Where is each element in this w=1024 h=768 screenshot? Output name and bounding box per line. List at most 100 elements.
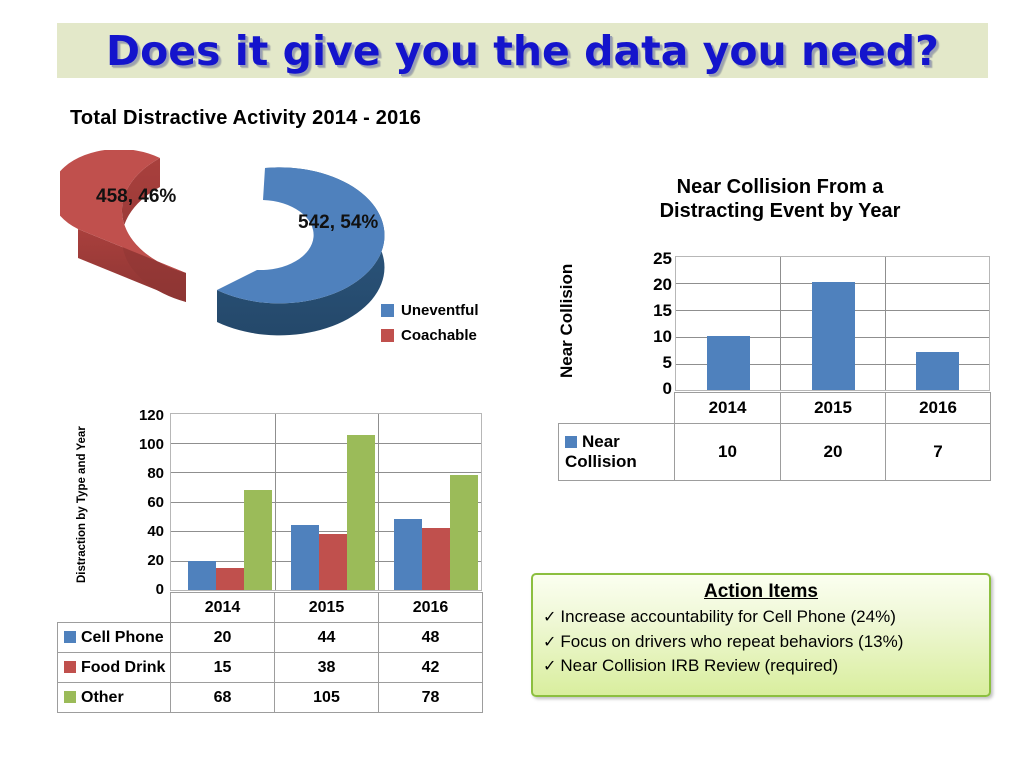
- cell-phone-2014: 20: [170, 622, 275, 653]
- legend-swatch-coachable: [381, 329, 394, 342]
- year-header-2015: 2015: [780, 392, 886, 424]
- bar-cell-phone-2015: [291, 525, 319, 590]
- bar-2014: [707, 336, 750, 390]
- series-label-cell-phone: Cell Phone: [81, 628, 164, 646]
- bar-2015: [812, 282, 855, 390]
- legend-swatch-cell-phone: [64, 630, 76, 643]
- year-header-2014: 2014: [674, 392, 781, 424]
- action-item-1-text: Increase accountability for Cell Phone (…: [560, 607, 896, 626]
- table-row-near-collision: Near Collision 10 20 7: [558, 423, 991, 481]
- category-divider: [275, 414, 276, 590]
- distraction-data-table: 2014 2015 2016 Cell Phone 20 44 48 Food …: [57, 592, 483, 713]
- distraction-y-axis-title: Distraction by Type and Year: [76, 426, 88, 584]
- gridline: [171, 472, 481, 473]
- other-2014: 68: [170, 682, 275, 713]
- pie-slice-coachable: [50, 149, 186, 302]
- gridline: [171, 502, 481, 503]
- y-tick: 120: [138, 407, 164, 424]
- bar-cell-phone-2016: [394, 519, 422, 590]
- year-header-2014: 2014: [170, 592, 275, 623]
- pie-legend-label-coachable: Coachable: [401, 327, 477, 344]
- action-item-2: ✓ Focus on drivers who repeat behaviors (…: [543, 630, 979, 655]
- y-tick: 25: [653, 249, 672, 268]
- bar-other-2015: [347, 435, 375, 590]
- y-tick: 40: [147, 523, 164, 540]
- food-drink-2015: 38: [274, 652, 379, 683]
- pie-legend-item-coachable: Coachable: [381, 327, 479, 344]
- category-divider: [378, 414, 379, 590]
- bar-food-drink-2014: [216, 568, 244, 590]
- near-collision-plot-area: [675, 256, 990, 391]
- y-tick: 80: [147, 465, 164, 482]
- y-tick: 60: [147, 494, 164, 511]
- table-row-cell-phone: Cell Phone 20 44 48: [57, 622, 483, 653]
- action-item-2-text: Focus on drivers who repeat behaviors (1…: [560, 631, 904, 651]
- y-tick: 20: [147, 552, 164, 569]
- near-collision-chart-title: Near Collision From a Distracting Event …: [600, 175, 960, 224]
- table-corner-cell: [559, 393, 675, 424]
- series-label-food-drink: Food Drink: [81, 658, 166, 676]
- table-row-years: 2014 2015 2016: [58, 592, 483, 623]
- legend-swatch-food-drink: [64, 660, 76, 673]
- series-label-cell-cell-phone: Cell Phone: [57, 622, 171, 653]
- food-drink-2016: 42: [378, 652, 483, 683]
- bar-food-drink-2015: [319, 534, 347, 590]
- near-collision-title-line1: Near Collision From a: [676, 176, 884, 198]
- check-icon: ✓: [543, 609, 557, 626]
- y-tick: 20: [653, 275, 672, 294]
- food-drink-2014: 15: [170, 652, 275, 683]
- legend-swatch-near-collision: [565, 436, 577, 449]
- pie-legend-item-uneventful: Uneventful: [381, 302, 479, 319]
- y-tick: 5: [662, 353, 672, 372]
- series-label-cell-other: Other: [57, 682, 171, 713]
- check-icon: ✓: [543, 658, 557, 676]
- gridline: [171, 443, 481, 444]
- table-row-years: 2014 2015 2016: [559, 392, 991, 424]
- pie-label-coachable: 458, 46%: [96, 186, 177, 207]
- value-2014: 10: [674, 423, 781, 481]
- near-collision-data-table: 2014 2015 2016 Near Collision 10 20 7: [558, 392, 991, 481]
- other-2016: 78: [378, 682, 483, 713]
- bar-food-drink-2016: [422, 528, 450, 590]
- slide-title-banner: Does it give you the data you need?: [57, 23, 988, 78]
- pie-chart-heading: Total Distractive Activity 2014 - 2016: [70, 107, 422, 129]
- action-item-3-text: Near Collision IRB Review (required): [560, 656, 839, 676]
- year-header-2016: 2016: [378, 592, 483, 623]
- slide-title: Does it give you the data you need?: [106, 26, 939, 75]
- table-row-other: Other 68 105 78: [57, 682, 483, 713]
- action-items-box: Action Items ✓ Increase accountability fo…: [531, 573, 991, 697]
- check-icon: ✓: [543, 633, 557, 651]
- near-collision-title-line2: Distracting Event by Year: [659, 200, 901, 223]
- y-tick: 100: [138, 436, 164, 453]
- table-row-food-drink: Food Drink 15 38 42: [57, 652, 483, 683]
- pie-slice-uneventful: [217, 167, 385, 336]
- distraction-y-ticks: 120 100 80 60 40 20 0: [96, 407, 164, 597]
- y-tick: 15: [653, 301, 672, 320]
- bar-other-2016: [450, 475, 478, 590]
- cell-phone-2015: 44: [274, 622, 379, 653]
- series-label-cell-near-collision: Near Collision: [558, 423, 675, 481]
- bar-cell-phone-2014: [188, 561, 216, 590]
- year-header-2015: 2015: [274, 592, 379, 623]
- action-item-3: ✓ Near Collision IRB Review (required): [543, 654, 979, 679]
- slide: Does it give you the data you need? Tota…: [0, 0, 1024, 768]
- action-item-1: ✓ Increase accountability for Cell Phone …: [543, 605, 979, 630]
- value-2016: 7: [885, 423, 991, 481]
- value-2015: 20: [780, 423, 886, 481]
- bar-other-2014: [244, 490, 272, 590]
- near-collision-y-ticks: 25 20 15 10 5 0: [600, 249, 672, 397]
- series-label-other: Other: [81, 688, 124, 706]
- action-items-title: Action Items: [703, 581, 819, 602]
- category-divider: [885, 257, 886, 390]
- other-2015: 105: [274, 682, 379, 713]
- legend-swatch-uneventful: [381, 304, 394, 317]
- pie-legend-label-uneventful: Uneventful: [401, 302, 479, 319]
- year-header-2016: 2016: [885, 392, 991, 424]
- distraction-plot-area: [170, 413, 482, 591]
- bar-2016: [916, 352, 959, 390]
- y-tick: 10: [653, 327, 672, 346]
- pie-legend: Uneventful Coachable: [381, 302, 479, 352]
- pie-label-uneventful: 542, 54%: [298, 212, 379, 233]
- series-label-cell-food-drink: Food Drink: [57, 652, 171, 683]
- cell-phone-2016: 48: [378, 622, 483, 653]
